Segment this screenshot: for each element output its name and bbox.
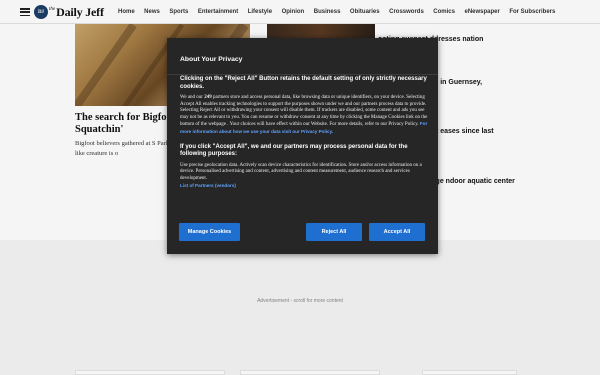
reject-all-button[interactable]: Reject All	[306, 223, 362, 241]
accept-info-heading: If you click "Accept All", we and our pa…	[180, 143, 408, 158]
privacy-body: We and our 249 partners store and access…	[180, 95, 428, 134]
partners-list-link[interactable]: List of Partners (vendors)	[180, 183, 428, 188]
purposes-text: Use precise geolocation data. Actively s…	[180, 162, 422, 181]
manage-cookies-button[interactable]: Manage Cookies	[179, 223, 240, 241]
partner-count: 249	[204, 95, 212, 100]
dialog-title: About Your Privacy	[180, 56, 243, 63]
accept-all-button[interactable]: Accept All	[369, 223, 425, 241]
privacy-dialog: About Your Privacy Clicking on the "Reje…	[167, 38, 438, 254]
reject-info-heading: Clicking on the "Reject All" Button reta…	[180, 76, 427, 90]
